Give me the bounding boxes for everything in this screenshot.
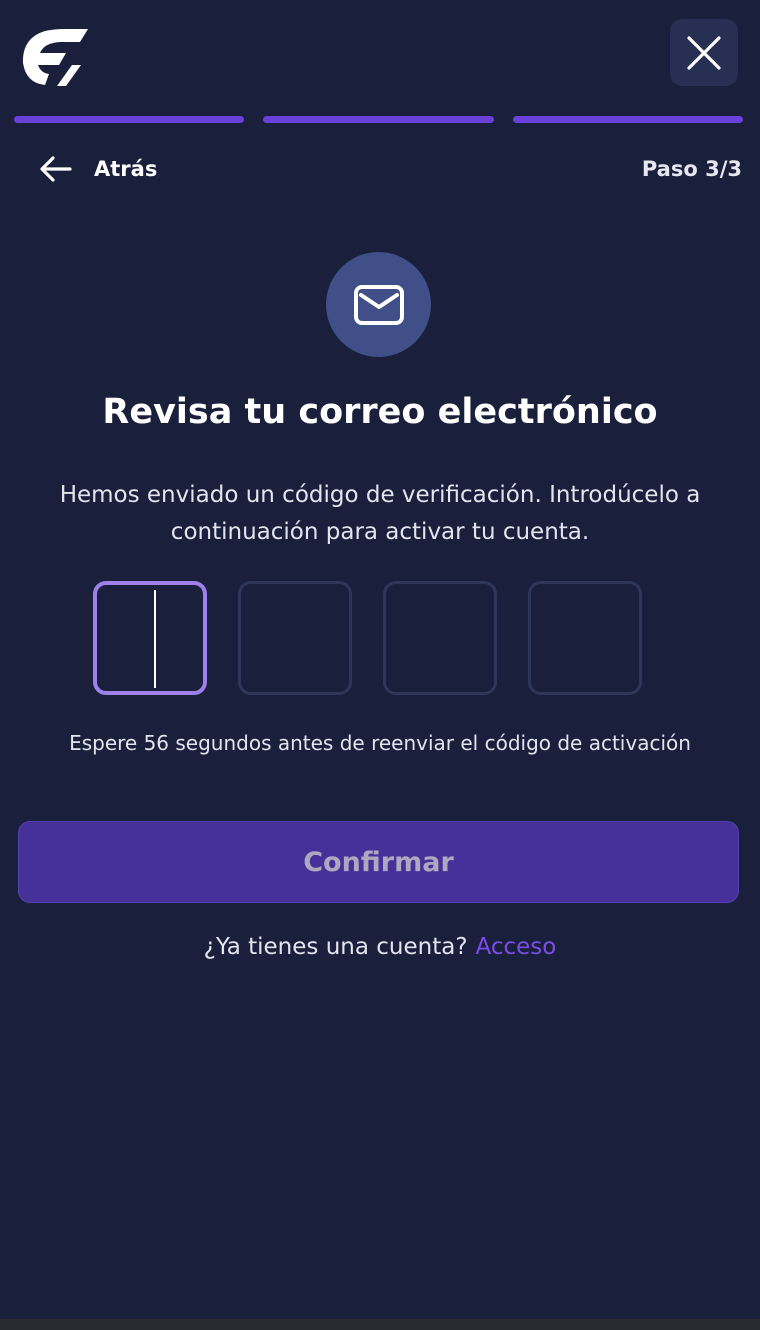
close-button[interactable]	[670, 19, 738, 86]
confirm-button[interactable]: Confirmar	[18, 821, 739, 903]
instruction-text: Hemos enviado un código de verificación.…	[59, 482, 701, 545]
arrow-left-icon	[40, 156, 72, 182]
progress-step-3	[512, 116, 743, 123]
login-link[interactable]: Acceso	[476, 934, 557, 960]
code-digit-4[interactable]	[528, 581, 642, 695]
step-indicator: Paso 3/3	[641, 157, 742, 181]
page-title: Revisa tu correo electrónico	[102, 392, 658, 432]
nav-row: Atrás Paso 3/3	[40, 150, 742, 188]
mail-icon	[353, 284, 404, 325]
text-cursor	[154, 590, 156, 688]
brand-logo-icon	[22, 26, 90, 88]
back-button[interactable]: Atrás	[40, 156, 157, 182]
login-row: ¿Ya tienes una cuenta? Acceso	[0, 934, 760, 960]
login-prompt: ¿Ya tienes una cuenta?	[203, 934, 468, 960]
progress-step-2	[263, 116, 494, 123]
code-digit-2[interactable]	[238, 581, 352, 695]
mail-icon-badge	[326, 252, 431, 357]
code-digit-1[interactable]	[93, 581, 207, 695]
step-progress-bar	[14, 116, 743, 124]
bottom-edge	[0, 1319, 760, 1330]
close-icon	[687, 35, 721, 70]
code-digit-3[interactable]	[383, 581, 497, 695]
progress-step-1	[14, 116, 245, 123]
verification-code-inputs	[93, 581, 642, 695]
resend-countdown: Espere 56 segundos antes de reenviar el …	[69, 731, 691, 755]
back-label: Atrás	[94, 157, 158, 181]
